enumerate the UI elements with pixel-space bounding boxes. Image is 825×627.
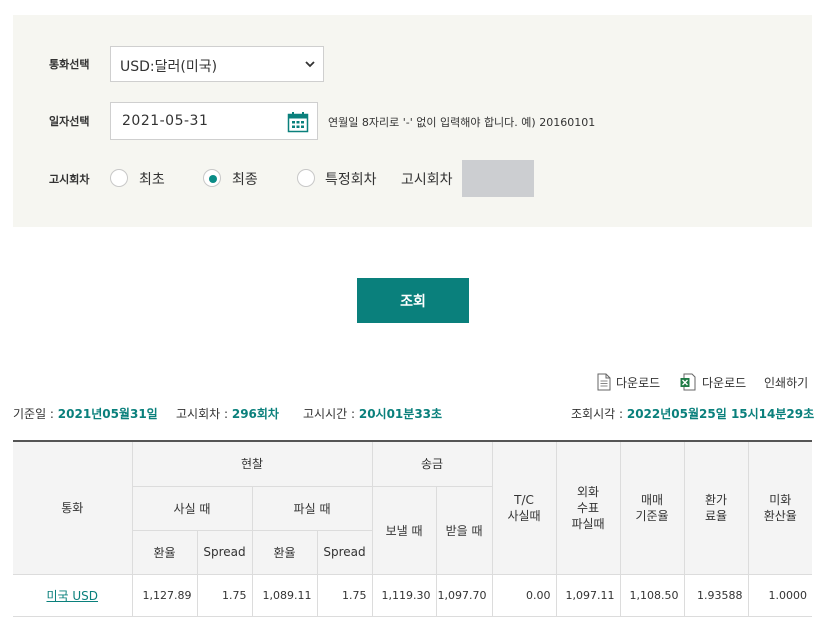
- header-fx-check: 외화 수표 파실때: [555, 440, 621, 575]
- cell-conv-rate: 1.93588: [683, 573, 749, 617]
- cell-remit-send: 1,119.30: [371, 573, 437, 617]
- round-info-label: 고시회차 :: [176, 407, 232, 421]
- round-label: 고시회차: [49, 173, 90, 186]
- radio-first-circle[interactable]: [110, 169, 128, 187]
- header-remit-send: 보낼 때: [371, 485, 437, 575]
- radio-first-label: 최초: [139, 172, 165, 188]
- radio-specific-circle[interactable]: [297, 169, 315, 187]
- filter-panel: 통화선택 USD:달러(미국) 일자선택 2021-05-31 연월일 8자리로…: [13, 15, 812, 227]
- specific-round-label: 고시회차: [401, 172, 453, 188]
- document-icon: [597, 373, 611, 391]
- pdf-download-label: 다운로드: [616, 376, 661, 390]
- calendar-icon[interactable]: [287, 111, 309, 133]
- header-cash: 현찰: [131, 440, 373, 487]
- round-info: 고시회차 : 296회차: [176, 405, 279, 422]
- radio-specific-label: 특정회차: [325, 172, 377, 188]
- header-cash-sell-spread: Spread: [316, 529, 373, 575]
- round-info-value: 296회차: [231, 407, 279, 421]
- base-date-label: 기준일 :: [13, 407, 58, 421]
- base-date-info: 기준일 : 2021년05월31일: [13, 405, 158, 422]
- header-cash-buy: 사실 때: [132, 485, 253, 531]
- currency-cell: 미국 USD: [13, 573, 133, 617]
- cell-cash-buy-rate: 1,127.89: [131, 573, 198, 617]
- date-input[interactable]: 2021-05-31: [110, 102, 318, 140]
- header-cash-sell: 파실 때: [251, 485, 373, 531]
- radio-final-circle[interactable]: [203, 169, 221, 187]
- cell-fx-check-sell: 1,097.11: [555, 573, 621, 617]
- search-button[interactable]: 조회: [357, 278, 469, 323]
- query-time-info: 조회시각 : 2022년05월25일 15시14분29초: [571, 405, 814, 422]
- base-date-value: 2021년05월31일: [57, 407, 158, 421]
- currency-label: 통화선택: [49, 58, 90, 71]
- header-currency: 통화: [13, 440, 133, 575]
- toolbar: 다운로드 다운로드 인쇄하기: [596, 373, 812, 391]
- date-hint: 연월일 8자리로 '-' 없이 입력해야 합니다. 예) 20160101: [328, 116, 596, 129]
- date-label: 일자선택: [49, 115, 90, 128]
- header-usd-conv: 미화 환산율: [747, 440, 813, 575]
- header-remit: 송금: [371, 440, 493, 487]
- chevron-down-icon: [305, 61, 315, 68]
- notice-time-value: 20시01분33초: [358, 407, 443, 421]
- print-button[interactable]: 인쇄하기: [764, 374, 808, 391]
- cell-remit-receive: 1,097.70: [435, 573, 493, 617]
- cell-cash-buy-spread: 1.75: [196, 573, 253, 617]
- currency-select[interactable]: USD:달러(미국): [110, 46, 324, 82]
- table-row: 미국 USD 1,127.89 1.75 1,089.11 1.75 1,119…: [13, 573, 813, 617]
- cell-cash-sell-rate: 1,089.11: [251, 573, 318, 617]
- header-cash-sell-rate: 환율: [251, 529, 318, 575]
- currency-select-value: USD:달러(미국): [120, 59, 218, 75]
- cell-cash-sell-spread: 1.75: [316, 573, 373, 617]
- header-base-rate: 매매 기준율: [619, 440, 685, 575]
- header-conv-rate: 환가 료율: [683, 440, 749, 575]
- excel-icon: [680, 373, 696, 391]
- notice-time-info: 고시시간 : 20시01분33초: [303, 405, 442, 422]
- currency-link[interactable]: 미국 USD: [46, 589, 98, 603]
- notice-time-label: 고시시간 :: [303, 407, 359, 421]
- radio-final-label: 최종: [232, 172, 258, 188]
- header-remit-receive: 받을 때: [435, 485, 493, 575]
- excel-download-label: 다운로드: [702, 376, 747, 390]
- cell-usd-conv: 1.0000: [747, 573, 813, 617]
- header-cash-buy-spread: Spread: [196, 529, 253, 575]
- query-time-label: 조회시각 :: [571, 407, 627, 421]
- date-input-value: 2021-05-31: [122, 113, 209, 129]
- cell-tc-buy: 0.00: [491, 573, 557, 617]
- header-cash-buy-rate: 환율: [132, 529, 198, 575]
- exchange-rate-table: 통화 현찰 송금 T/C 사실때 외화 수표 파실때 매매 기준율 환가 료율 미화 환산율…: [13, 440, 813, 617]
- specific-round-input[interactable]: [462, 160, 534, 197]
- header-tc: T/C 사실때: [491, 440, 557, 575]
- cell-base-rate: 1,108.50: [619, 573, 685, 617]
- query-time-value: 2022년05월25일 15시14분29초: [626, 407, 815, 421]
